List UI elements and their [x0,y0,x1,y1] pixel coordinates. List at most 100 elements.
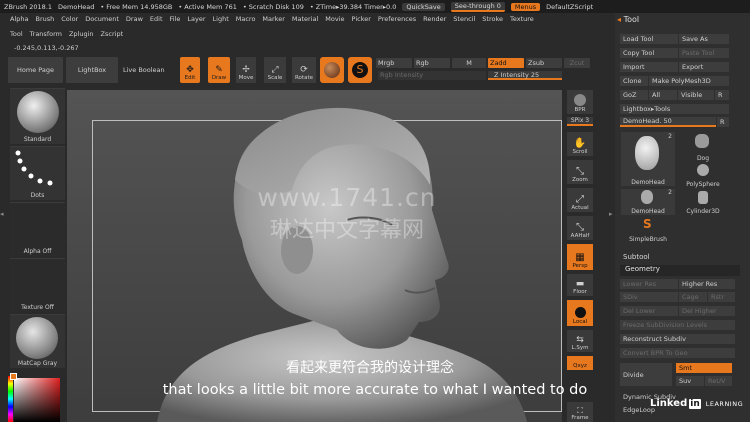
scale-button[interactable]: ⤢ Scale [264,57,286,83]
clone-button[interactable]: Clone [620,76,648,86]
stroke-slot[interactable]: Dots [10,146,65,200]
scroll-button[interactable]: ✋ Scroll [567,132,593,156]
z-intensity-slider[interactable]: Z Intensity 25 [488,71,562,80]
menu-macro[interactable]: Macro [236,15,256,27]
menu-marker[interactable]: Marker [262,15,284,27]
menu-picker[interactable]: Picker [352,15,371,27]
zsub-button[interactable]: Zsub [526,58,562,68]
primary-color-swatch[interactable] [10,373,17,380]
zadd-button[interactable]: Zadd [488,58,524,68]
load-tool-button[interactable]: Load Tool [620,34,678,44]
home-page-button[interactable]: Home Page [8,57,63,83]
export-button[interactable]: Export [679,62,729,72]
floor-button[interactable]: ▬ Floor [567,274,593,296]
menu-stencil[interactable]: Stencil [453,15,475,27]
menu-light[interactable]: Light [213,15,229,27]
menu-color[interactable]: Color [61,15,78,27]
tool-thumb-dog[interactable]: Dog [681,132,725,162]
draw-mode-button[interactable]: ✎ Draw [208,57,230,83]
material-swatch[interactable] [320,57,344,83]
r-button-2[interactable]: R [717,117,729,127]
live-boolean-button[interactable]: Live Boolean [123,66,165,74]
menu-stroke[interactable]: Stroke [482,15,503,27]
color-picker[interactable] [8,372,65,422]
m-button[interactable]: M [452,58,486,68]
brush-slot[interactable]: Standard [10,88,65,144]
xyz-button[interactable]: Qxyz [567,356,593,370]
persp-button[interactable]: ▦ Persp [567,244,593,270]
rgb-intensity-slider[interactable]: Rgb Intensity [378,71,486,80]
rgb-button[interactable]: Rgb [414,58,450,68]
tool-thumb-demohead[interactable]: 2 DemoHead [621,132,675,186]
freeze-subdivision-button[interactable]: Freeze SubDivision Levels [620,320,735,330]
demohead-slider[interactable]: DemoHead. 50 [620,117,716,127]
geometry-section[interactable]: Geometry [620,265,740,276]
r-button[interactable]: R [715,90,729,100]
goz-button[interactable]: GoZ [620,90,648,100]
menus-button[interactable]: Menus [510,2,541,11]
menu-brush[interactable]: Brush [35,15,54,27]
menu-zplugin[interactable]: Zplugin [69,30,94,42]
texture-slot[interactable]: Texture Off [10,258,65,312]
menu-layer[interactable]: Layer [187,15,205,27]
default-zscript-button[interactable]: DefaultZScript [546,3,593,11]
lightbox-button[interactable]: LightBox [66,57,118,83]
quicksave-button[interactable]: QuickSave [402,2,445,11]
see-through-slider[interactable]: See-through 0 [450,1,505,12]
edit-mode-button[interactable]: ✥ Edit [180,57,200,83]
mrgb-button[interactable]: Mrgb [376,58,412,68]
save-as-button[interactable]: Save As [679,34,729,44]
actual-button[interactable]: ⤢ Actual [567,188,593,212]
rstr-button[interactable]: Rstr [708,292,735,302]
menu-draw[interactable]: Draw [126,15,143,27]
del-higher-button[interactable]: Del Higher [679,306,735,316]
aahalf-button[interactable]: ⤡ AAHalf [567,216,593,240]
zoom-button[interactable]: ⤡ Zoom [567,160,593,184]
menu-tool[interactable]: Tool [10,30,23,42]
menu-zscript[interactable]: Zscript [101,30,124,42]
alpha-slot[interactable]: Alpha Off [10,202,65,256]
move-button[interactable]: ✢ Move [236,57,256,83]
bpr-button[interactable]: BPR [567,90,593,114]
reconstruct-subdiv-button[interactable]: Reconstruct Subdiv [620,334,735,344]
tool-thumb-simplebrush[interactable]: S SimpleBrush [621,217,675,243]
divide-button[interactable]: Divide [620,363,672,386]
menu-render[interactable]: Render [423,15,446,27]
convert-bpr-button[interactable]: Convert BPR To Geo [620,348,735,358]
tool-thumb-cylinder[interactable]: Cylinder3D [681,191,725,215]
cage-button[interactable]: Cage [679,292,707,302]
lower-res-button[interactable]: Lower Res [620,279,678,289]
left-tray-arrow-icon[interactable]: ◂ [0,210,6,220]
menu-preferences[interactable]: Preferences [378,15,416,27]
menu-alpha[interactable]: Alpha [10,15,28,27]
paste-tool-button[interactable]: Paste Tool [679,48,729,58]
menu-transform[interactable]: Transform [30,30,62,42]
lsym-button[interactable]: ⇆ L.Sym [567,330,593,352]
menu-document[interactable]: Document [85,15,119,27]
frame-button[interactable]: ⛶ Frame [567,402,593,422]
tool-thumb-demohead-2[interactable]: 2 DemoHead [621,189,675,215]
menu-file[interactable]: File [170,15,181,27]
zcut-button[interactable]: Zcut [564,58,590,68]
tool-thumb-polysphere[interactable]: PolySphere [681,164,725,188]
color-swatch-button[interactable]: S [348,57,372,83]
menu-movie[interactable]: Movie [325,15,344,27]
import-button[interactable]: Import [620,62,678,72]
menu-material[interactable]: Material [292,15,318,27]
higher-res-button[interactable]: Higher Res [679,279,735,289]
reuv-button[interactable]: ReUV [705,376,732,386]
spix-slider[interactable]: SPix 3 [567,117,593,126]
all-button[interactable]: All [649,90,677,100]
visible-button[interactable]: Visible [678,90,714,100]
suv-button[interactable]: Suv [676,376,704,386]
menu-texture[interactable]: Texture [510,15,534,27]
subtool-section[interactable]: Subtool [623,253,650,261]
rotate-button[interactable]: ⟳ Rotate [292,57,316,83]
smt-button[interactable]: Smt [676,363,732,373]
sdiv-slider[interactable]: SDiv [620,292,678,302]
material-slot[interactable]: MatCap Gray [10,314,65,368]
menu-edit[interactable]: Edit [150,15,163,27]
local-button[interactable]: Local [567,300,593,326]
copy-tool-button[interactable]: Copy Tool [620,48,678,58]
lightbox-tools-button[interactable]: Lightbox▸Tools [620,104,729,114]
